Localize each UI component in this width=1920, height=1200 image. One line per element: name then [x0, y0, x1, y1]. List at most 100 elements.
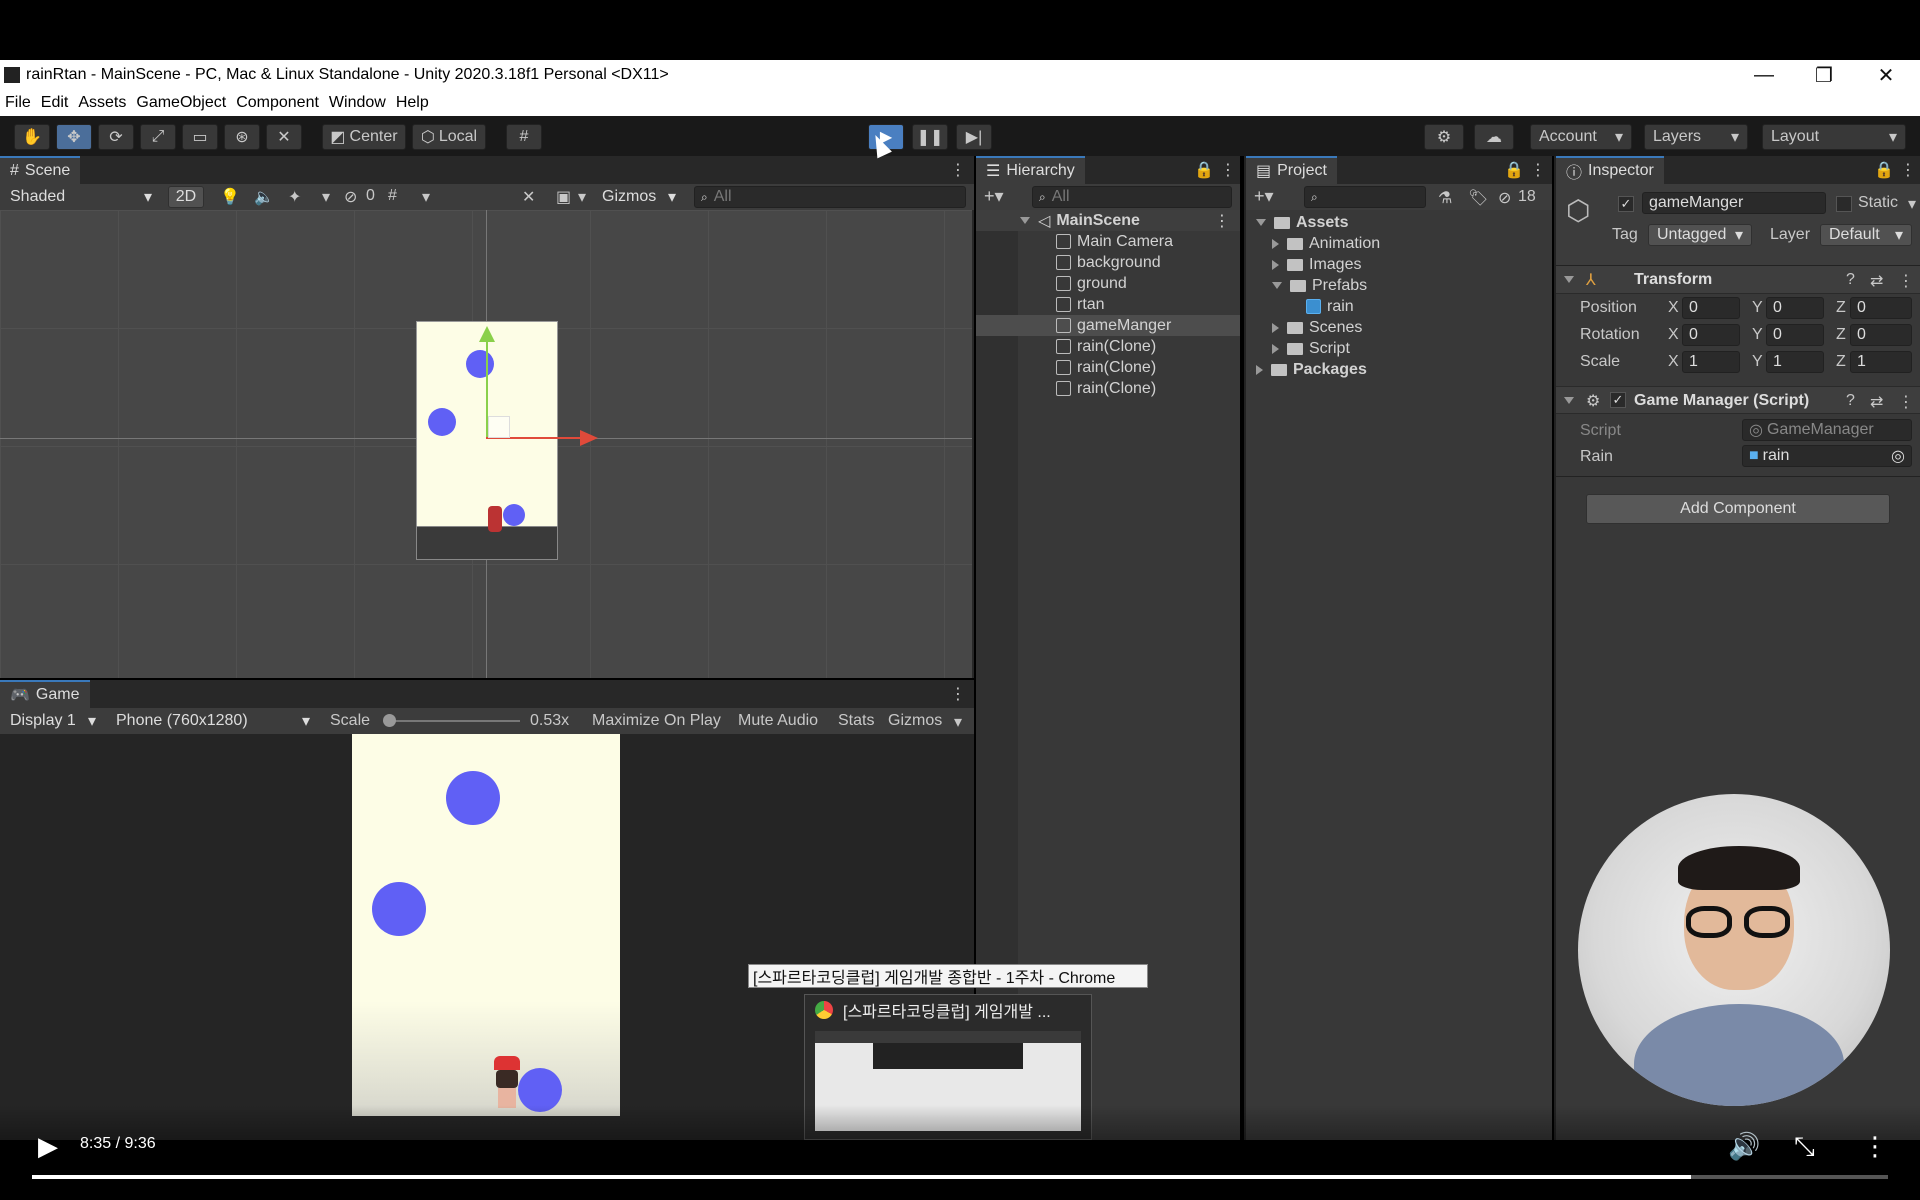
gizmo-plane-handle[interactable] [488, 416, 510, 438]
preset-icon[interactable]: ⇄ [1870, 271, 1883, 291]
cloud-button[interactable]: ☁ [1474, 124, 1514, 150]
chevron-down-icon[interactable]: ▾ [422, 187, 430, 207]
custom-tool-button[interactable]: ✕ [266, 124, 302, 150]
component-enabled-checkbox[interactable]: ✓ [1610, 392, 1626, 408]
close-button[interactable]: ✕ [1856, 60, 1916, 90]
collapse-arrow-icon[interactable] [1272, 259, 1279, 270]
gameobject-icon[interactable]: ⬡ [1566, 194, 1590, 227]
scale-slider-track[interactable] [388, 720, 520, 722]
component-menu-icon[interactable]: ⋮ [1898, 392, 1914, 412]
maximize-on-play-toggle[interactable]: Maximize On Play [592, 712, 721, 730]
chevron-down-icon[interactable]: ▾ [322, 187, 330, 207]
mute-audio-toggle[interactable]: Mute Audio [738, 712, 818, 730]
account-dropdown[interactable]: Account ▾ [1530, 124, 1632, 150]
layout-dropdown[interactable]: Layout ▾ [1762, 124, 1906, 150]
game-gizmos-toggle[interactable]: Gizmos [888, 712, 942, 730]
rotation-y-input[interactable]: 0 [1766, 324, 1824, 346]
layer-dropdown[interactable]: Default ▾ [1820, 224, 1912, 246]
hierarchy-item[interactable]: ground [976, 273, 1240, 294]
scene-rain-drop[interactable] [466, 350, 494, 378]
pause-button[interactable]: ❚❚ [912, 124, 948, 150]
game-menu-icon[interactable]: ⋮ [950, 684, 966, 704]
scene-gizmos-dropdown[interactable]: Gizmos ▾ [594, 186, 684, 208]
filter-type-icon[interactable]: ⚗ [1438, 188, 1452, 208]
gizmo-y-arrow-icon[interactable] [479, 326, 495, 342]
volume-icon[interactable]: 🔊 [1728, 1131, 1760, 1162]
tab-project[interactable]: ▤ Project [1246, 156, 1337, 184]
scale-x-input[interactable]: 1 [1682, 351, 1740, 373]
project-packages-row[interactable]: Packages [1246, 359, 1554, 380]
object-picker-icon[interactable]: ◎ [1891, 446, 1905, 466]
tools-icon[interactable]: ✕ [522, 187, 535, 207]
scale-y-input[interactable]: 1 [1766, 351, 1824, 373]
project-folder[interactable]: Script [1246, 338, 1554, 359]
collab-button[interactable]: ⚙ [1424, 124, 1464, 150]
expand-arrow-icon[interactable] [1272, 282, 1282, 289]
video-play-icon[interactable]: ▶ [38, 1131, 58, 1162]
filter-label-icon[interactable]: 🏷 [1468, 188, 1488, 208]
tab-inspector[interactable]: ⓘ Inspector [1556, 156, 1664, 184]
project-prefab-item[interactable]: rain [1246, 296, 1554, 317]
add-component-button[interactable]: Add Component [1586, 494, 1890, 524]
grid-icon[interactable]: # [388, 187, 397, 205]
transform-tool-button[interactable]: ⊛ [224, 124, 260, 150]
project-menu-icon[interactable]: ⋮ [1530, 160, 1546, 180]
chevron-down-icon[interactable]: ▾ [1908, 194, 1916, 214]
tab-scene[interactable]: # Scene [0, 156, 81, 184]
camera-icon[interactable]: ▣ [556, 187, 571, 207]
rain-field-input[interactable]: ■ rain ◎ [1742, 445, 1912, 467]
project-folder[interactable]: Images [1246, 254, 1554, 275]
preset-icon[interactable]: ⇄ [1870, 392, 1883, 412]
menu-gameobject[interactable]: GameObject [131, 94, 231, 112]
chevron-down-icon[interactable]: ▾ [954, 712, 962, 732]
hierarchy-menu-icon[interactable]: ⋮ [1220, 160, 1236, 180]
restore-button[interactable]: ❐ [1794, 60, 1854, 90]
collapse-arrow-icon[interactable] [1272, 343, 1279, 354]
video-progress-track[interactable] [32, 1175, 1888, 1179]
hierarchy-item[interactable]: Main Camera [976, 231, 1240, 252]
tab-game[interactable]: 🎮 Game [0, 680, 90, 708]
expand-arrow-icon[interactable] [1564, 276, 1574, 283]
scene-menu-icon[interactable]: ⋮ [1214, 211, 1230, 231]
menu-component[interactable]: Component [231, 94, 324, 112]
chevron-down-icon[interactable]: ▾ [578, 187, 586, 207]
project-search-input[interactable]: ⌕ [1304, 186, 1426, 208]
menu-edit[interactable]: Edit [36, 94, 74, 112]
expand-arrow-icon[interactable] [1020, 217, 1030, 224]
component-menu-icon[interactable]: ⋮ [1898, 271, 1914, 291]
step-button[interactable]: ▶| [956, 124, 992, 150]
collapse-arrow-icon[interactable] [1256, 364, 1263, 375]
expand-arrow-icon[interactable] [1256, 219, 1266, 226]
hierarchy-scene-row[interactable]: ◁ MainScene ⋮ [976, 210, 1240, 231]
scale-tool-button[interactable]: ⤢ [140, 124, 176, 150]
audio-icon[interactable]: 🔈 [254, 187, 274, 207]
hierarchy-item[interactable]: background [976, 252, 1240, 273]
hierarchy-search-input[interactable]: ⌕ All [1032, 186, 1232, 208]
gizmo-x-arrow-icon[interactable] [580, 430, 598, 446]
hidden-packages-icon[interactable]: ⊘ [1498, 188, 1511, 208]
position-z-input[interactable]: 0 [1850, 297, 1912, 319]
grid-snap-button[interactable]: # [506, 124, 542, 150]
scene-canvas[interactable] [0, 210, 972, 678]
scene-rain-drop[interactable] [503, 504, 525, 526]
scene-rtan-sprite[interactable] [488, 506, 502, 532]
layers-dropdown[interactable]: Layers ▾ [1644, 124, 1748, 150]
inspector-menu-icon[interactable]: ⋮ [1900, 160, 1916, 180]
create-asset-button[interactable]: +▾ [1254, 186, 1274, 207]
move-tool-button[interactable]: ✥ [56, 124, 92, 150]
project-folder[interactable]: Prefabs [1246, 275, 1554, 296]
rotation-x-input[interactable]: 0 [1682, 324, 1740, 346]
rotate-tool-button[interactable]: ⟳ [98, 124, 134, 150]
menu-file[interactable]: File [0, 94, 36, 112]
script-component-header[interactable]: ⚙ ✓ Game Manager (Script) ? ⇄ ⋮ [1556, 386, 1920, 414]
stats-toggle[interactable]: Stats [838, 712, 874, 730]
pivot-local-button[interactable]: ⬡ Local [412, 124, 486, 150]
position-y-input[interactable]: 0 [1766, 297, 1824, 319]
pivot-center-button[interactable]: ◩ Center [322, 124, 406, 150]
scale-slider-thumb[interactable] [382, 714, 396, 727]
expand-arrow-icon[interactable] [1564, 397, 1574, 404]
hierarchy-item[interactable]: rtan [976, 294, 1240, 315]
scale-z-input[interactable]: 1 [1850, 351, 1912, 373]
hierarchy-item[interactable]: rain(Clone) [976, 336, 1240, 357]
rect-tool-button[interactable]: ▭ [182, 124, 218, 150]
